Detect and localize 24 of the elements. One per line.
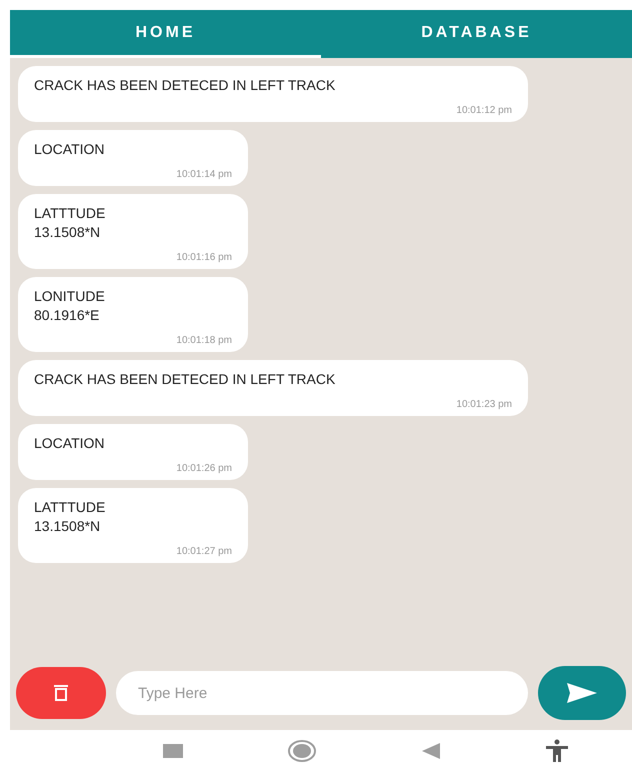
message-text: CRACK HAS BEEN DETECED IN LEFT TRACK — [34, 370, 336, 389]
message-text: LONITUDE 80.1916*E — [34, 287, 106, 325]
message-time: 10:01:26 pm — [176, 462, 232, 476]
message-text: CRACK HAS BEEN DETECED IN LEFT TRACK — [34, 76, 336, 95]
message-text: LOCATION — [34, 140, 106, 159]
message-text: LATTTUDE 13.1508*N — [34, 204, 106, 242]
delete-button[interactable] — [16, 667, 106, 719]
home-icon[interactable] — [288, 740, 316, 762]
tab[interactable]: DATABASE — [321, 10, 632, 58]
trash-icon — [53, 684, 69, 702]
message-time: 10:01:18 pm — [176, 334, 232, 348]
back-icon[interactable] — [422, 743, 440, 759]
message-field[interactable]: Type Here — [116, 671, 528, 715]
message-text: LATTTUDE 13.1508*N — [34, 498, 106, 536]
message-text: LOCATION — [34, 434, 106, 453]
message-time: 10:01:14 pm — [176, 168, 232, 182]
recents-icon[interactable] — [162, 744, 183, 758]
message-time: 10:01:23 pm — [456, 398, 512, 412]
message-time: 10:01:12 pm — [456, 104, 512, 118]
message-time: 10:01:16 pm — [176, 251, 232, 265]
send-icon — [567, 683, 597, 703]
message-time: 10:01:27 pm — [176, 545, 232, 559]
send-button[interactable] — [538, 666, 626, 720]
accessibility-icon[interactable] — [545, 739, 570, 763]
